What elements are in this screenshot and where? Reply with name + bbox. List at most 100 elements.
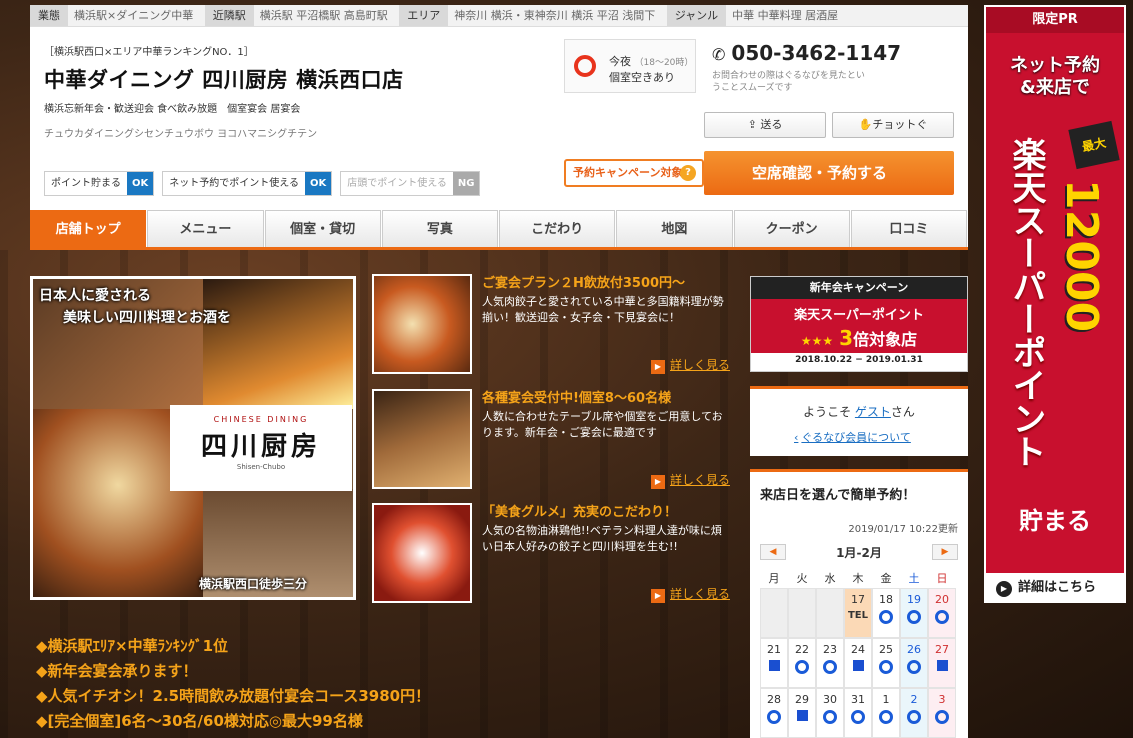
shop-subcategories: 横浜忘新年会・歓送迎会 食べ飲み放題 個室宴会 居宴会 — [44, 104, 301, 115]
available-circle-icon — [879, 660, 893, 674]
ad-details-button[interactable]: 詳細はこちら — [986, 573, 1124, 601]
day-number: 27 — [935, 643, 949, 656]
few-seats-square-icon — [796, 710, 808, 721]
promo-more-link[interactable]: 詳しく見る — [651, 585, 730, 603]
calendar-day[interactable]: 20 — [928, 588, 956, 638]
available-circle-icon — [795, 660, 809, 674]
seat-availability[interactable]: 今夜 （18〜20時） 個室空きあり — [564, 39, 696, 93]
promo-more-link[interactable]: 詳しく見る — [651, 356, 730, 374]
few-seats-square-icon — [936, 660, 948, 671]
promo-more-link[interactable]: 詳しく見る — [651, 471, 730, 489]
tab-map[interactable]: 地図 — [616, 210, 733, 247]
promo-image[interactable] — [372, 274, 472, 374]
tab-private-room[interactable]: 個室・貸切 — [264, 210, 381, 247]
tel-only-mark: TEL — [847, 610, 869, 621]
guest-link[interactable]: ゲスト — [855, 405, 891, 419]
highlight-line: ◆横浜駅ｴﾘｱ×中華ﾗﾝｷﾝｸﾞ1位 — [36, 637, 229, 655]
calendar-day[interactable]: 30 — [816, 688, 844, 738]
calendar-weekday: 木 — [852, 572, 864, 585]
calendar-day[interactable]: 26 — [900, 638, 928, 688]
few-seats-square-icon — [768, 660, 780, 671]
info-value[interactable]: 横浜駅×ダイニング中華 — [74, 5, 193, 26]
day-number: 19 — [907, 593, 921, 606]
info-value[interactable]: 横浜駅 平沼橋駅 高島町駅 — [260, 5, 388, 26]
tab-features[interactable]: こだわり — [499, 210, 616, 247]
phone-icon: ✆ — [712, 45, 726, 64]
calendar-day[interactable]: 1 — [872, 688, 900, 738]
shop-title-block: ［横浜駅西口×エリア中華ランキングNO．1］ 中華ダイニング 四川厨房 横浜西口… — [44, 43, 564, 140]
calendar-day[interactable]: 29 — [788, 688, 816, 738]
day-number: 28 — [767, 693, 781, 706]
calendar-weekday: 水 — [824, 572, 836, 585]
point-badge-store: 店頭でポイント使える NG — [340, 171, 481, 196]
point-badge-net: ネット予約でポイント使える OK — [162, 171, 333, 196]
rakuten-ad[interactable]: 限定PR ネット予約&来店で 最大 楽天スーパーポイント 12000 貯まる 詳… — [984, 5, 1126, 603]
tab-reviews[interactable]: 口コミ — [850, 210, 967, 247]
day-number: 23 — [823, 643, 837, 656]
promo-text: 人気の名物油淋鶏他!!ベテラン料理人達が味に煩い日本人好みの餃子と四川料理を生む… — [482, 524, 722, 553]
calendar-weekday: 月 — [768, 572, 780, 585]
available-circle-icon — [935, 710, 949, 724]
day-number: 21 — [767, 643, 781, 656]
calendar-day[interactable]: 21 — [760, 638, 788, 688]
day-number: 3 — [938, 693, 946, 706]
calendar-day[interactable]: 27 — [928, 638, 956, 688]
calendar-day[interactable]: 22 — [788, 638, 816, 688]
promo-title[interactable]: ご宴会プラン２H飲放付3500円〜 — [482, 272, 685, 291]
few-seats-square-icon — [852, 660, 864, 671]
tab-menu[interactable]: メニュー — [147, 210, 264, 247]
tab-top[interactable]: 店舗トップ — [30, 210, 147, 247]
tab-coupon[interactable]: クーポン — [733, 210, 850, 247]
tab-photos[interactable]: 写真 — [381, 210, 498, 247]
highlight-line: ◆人気イチオシ！2.5時間飲み放題付宴会コース3980円！ — [36, 687, 431, 705]
day-number: 20 — [935, 593, 949, 606]
calendar-updated: 2019/01/17 10:22更新 — [848, 524, 958, 535]
welcome-box: ようこそ ゲストさん ぐるなび会員について — [750, 386, 968, 456]
shop-highlights: ◆横浜駅ｴﾘｱ×中華ﾗﾝｷﾝｸﾞ1位 ◆新年会宴会承ります！ ◆人気イチオシ！2… — [36, 634, 430, 734]
calendar-prev-button[interactable]: ◀ — [760, 544, 786, 560]
info-value[interactable]: 神奈川 横浜・東神奈川 横浜 平沼 浅間下 — [454, 5, 655, 26]
calendar-day[interactable]: 28 — [760, 688, 788, 738]
day-number: 2 — [910, 693, 918, 706]
calendar-day[interactable]: 25 — [872, 638, 900, 688]
hero-caption: 日本人に愛される — [39, 288, 151, 304]
info-label: 業態 — [30, 5, 68, 26]
day-number: 29 — [795, 693, 809, 706]
available-circle-icon — [907, 660, 921, 674]
shop-name-kana: チュウカダイニングシセンチュウボウ ヨコハマニシグチテン — [44, 129, 318, 140]
calendar-day[interactable]: 18 — [872, 588, 900, 638]
calendar-day — [760, 588, 788, 638]
promo-item: 「美食グルメ」充実のこだわり！ 人気の名物油淋鶏他!!ベテラン料理人達が味に煩い… — [372, 503, 732, 607]
calendar-day — [788, 588, 816, 638]
day-number: 31 — [851, 693, 865, 706]
calendar-title: 来店日を選んで簡単予約！ — [760, 488, 916, 503]
promo-image[interactable] — [372, 503, 472, 603]
campaign-banner[interactable]: 新年会キャンペーン 楽天スーパーポイント ★★★ 3倍対象店 2018.10.22… — [750, 276, 968, 372]
membership-link[interactable]: ぐるなび会員について — [794, 429, 910, 445]
reserve-button[interactable]: 空席確認・予約する — [704, 151, 954, 195]
calendar-day[interactable]: 19 — [900, 588, 928, 638]
shop-name: 中華ダイニング 四川厨房 横浜西口店 — [44, 68, 404, 92]
chotto-button[interactable]: ✋チョットぐ — [832, 112, 954, 138]
available-circle-icon — [851, 710, 865, 724]
calendar-day[interactable]: 2 — [900, 688, 928, 738]
calendar-day[interactable]: 23 — [816, 638, 844, 688]
point-badges: ポイント貯まる OK ネット予約でポイント使える OK 店頭でポイント使える NG — [44, 171, 481, 196]
calendar-day[interactable]: 31 — [844, 688, 872, 738]
available-circle-icon — [823, 660, 837, 674]
point-badge-earn: ポイント貯まる OK — [44, 171, 155, 196]
promo-title[interactable]: 各種宴会受付中!個室8〜60名様 — [482, 387, 671, 406]
send-button[interactable]: ⇪ 送る — [704, 112, 826, 138]
info-value[interactable]: 中華 中華料理 居酒屋 — [732, 5, 838, 26]
calendar-weekday: 日 — [936, 572, 948, 585]
promo-title[interactable]: 「美食グルメ」充実のこだわり！ — [482, 501, 677, 520]
calendar-next-button[interactable]: ▶ — [932, 544, 958, 560]
calendar-weekday: 金 — [880, 572, 892, 585]
help-icon[interactable]: ? — [680, 165, 696, 181]
phone-number[interactable]: ✆ 050-3462-1147 — [712, 41, 901, 65]
calendar-day[interactable]: 17 TEL — [844, 588, 872, 638]
calendar-day[interactable]: 24 — [844, 638, 872, 688]
day-number: 25 — [879, 643, 893, 656]
calendar-day[interactable]: 3 — [928, 688, 956, 738]
promo-image[interactable] — [372, 389, 472, 489]
